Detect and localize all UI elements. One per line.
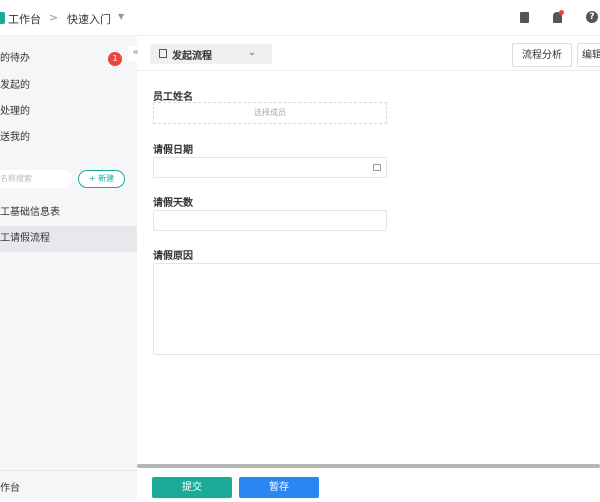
sidebar-item-label: 的待办: [0, 53, 30, 64]
process-analysis-button[interactable]: 流程分析: [512, 43, 572, 67]
sidebar-item-processed[interactable]: 处理的: [0, 99, 137, 125]
form-icon: [159, 49, 167, 58]
sidebar-item-label: 送我的: [0, 132, 30, 143]
sidebar-item-initiated[interactable]: 发起的: [0, 73, 137, 99]
form-search-input[interactable]: 名称搜索: [0, 170, 72, 188]
leave-days-label: 请假天数: [153, 198, 193, 209]
todo-count-badge: 1: [108, 52, 122, 66]
form-item-leave-process[interactable]: 工请假流程: [0, 226, 137, 252]
leave-days-input[interactable]: [153, 210, 387, 231]
chevron-down-icon[interactable]: ▼: [118, 12, 124, 21]
submit-button[interactable]: 提交: [152, 477, 232, 498]
leave-date-input[interactable]: [153, 157, 387, 178]
edit-button[interactable]: 编辑: [577, 43, 600, 67]
sidebar-item-label: 作台: [0, 483, 20, 494]
top-header: 工作台 > 快速入门 ▼ ?: [0, 0, 600, 36]
chevron-down-icon: ⌄: [248, 47, 257, 58]
form-item-employee-info[interactable]: 工基础信息表: [0, 200, 137, 226]
book-icon[interactable]: [520, 12, 529, 23]
form-item-label: 工请假流程: [0, 233, 50, 244]
form-item-label: 工基础信息表: [0, 207, 60, 218]
leave-date-label: 请假日期: [153, 145, 193, 156]
sidebar-item-label: 发起的: [0, 80, 30, 91]
notification-dot: [559, 10, 564, 15]
collapse-sidebar-button[interactable]: «: [128, 46, 143, 61]
breadcrumb-separator: >: [49, 11, 59, 24]
leave-reason-label: 请假原因: [153, 251, 193, 262]
save-draft-button[interactable]: 暂存: [239, 477, 319, 498]
sidebar: 的待办 1 发起的 处理的 送我的 名称搜索 + 新建 工基础信息表 工请假流程…: [0, 36, 137, 500]
calendar-icon[interactable]: [373, 164, 381, 171]
toolbar-divider: [137, 70, 600, 71]
sidebar-divider: [0, 470, 137, 471]
new-form-button[interactable]: + 新建: [78, 170, 125, 188]
sidebar-workbench-link[interactable]: 作台: [0, 476, 137, 502]
horizontal-scrollbar[interactable]: [137, 464, 600, 468]
sidebar-item-label: 处理的: [0, 106, 30, 117]
process-dropdown[interactable]: 发起流程 ⌄: [150, 44, 272, 64]
help-icon[interactable]: ?: [586, 11, 598, 23]
app-logo-icon: [0, 12, 5, 24]
sidebar-item-cc[interactable]: 送我的: [0, 125, 137, 151]
employee-name-label: 员工姓名: [153, 92, 193, 103]
dropdown-label: 发起流程: [172, 51, 212, 62]
leave-reason-textarea[interactable]: [153, 263, 600, 355]
breadcrumb-home[interactable]: 工作台: [8, 11, 41, 27]
breadcrumb-current[interactable]: 快速入门: [67, 11, 111, 27]
employee-select-field[interactable]: 选择成员: [153, 102, 387, 124]
